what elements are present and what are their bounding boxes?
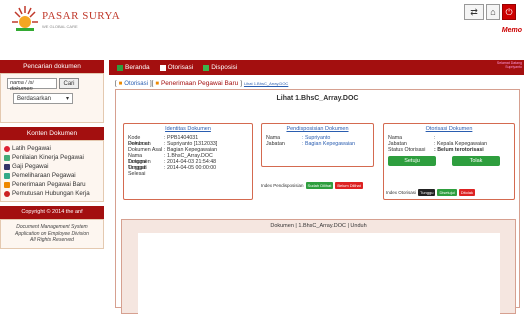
otor-key: Status Otorisasi [388,147,426,153]
reject-button[interactable]: Tolak [452,156,500,166]
approve-button[interactable]: Setuju [388,156,436,166]
sidebar: Pencarian dokumen nama / isi dokumen Car… [0,60,104,308]
menu-item-label: Penerimaan Pegawai Baru [12,181,86,188]
chevron-down-icon: ▾ [65,96,69,102]
user-switch-icon[interactable]: ⇄ [464,4,484,20]
user-greeting: Selamat Datang Supriyanto [497,61,522,69]
breadcrumb-active[interactable]: Penerimaan Pegawai Baru [161,80,238,87]
note-icon [4,172,10,179]
search-input[interactable]: nama / isi dokumen [7,78,57,92]
person-icon: ■ [155,80,159,87]
menu-item-label: Pemutusan Hubungan Kerja [12,190,90,197]
disp-value: : Bagian Kepegawaian [302,141,356,147]
menu-item-label: Latih Pegawai [12,145,51,152]
badge-unseen: Belum Dilihat [335,182,363,189]
document-viewer: Dokumen | 1.BhsC_Array.DOC | Unduh [121,219,516,323]
nav-otorisasi[interactable]: Otorisasi [155,60,199,75]
menu-item-pemutusan[interactable]: Pemutusan Hubungan Kerja [4,189,100,198]
content-panel: Lihat 1.BhsC_Array.DOC Identitas Dokumen… [115,89,520,323]
menu-item-pemeliharaan[interactable]: Pemeliharaan Pegawai [4,171,100,180]
menu-item-label: Gaji Pegawai [12,163,49,170]
footer-line: All Rights Reserved [30,237,74,243]
badge-seen: Sudah Dilihat [305,182,334,189]
disposition-index-label: Index Pendisposisian [261,183,304,188]
memo-link[interactable]: Memo [502,27,522,34]
document-icon [4,154,10,161]
authorization-index-label: Index Otorisasi [386,190,417,195]
bracket: ] [240,80,242,87]
app-header: PASAR SURYA WE GLOBAL CARE ⇄ ⌂ ⏻ Memo [0,0,524,52]
disposition-panel: Pendisposisian Dokumen Nama: Supriyanto … [261,123,374,167]
copyright-panel: Document Management System Application o… [0,219,104,249]
breadcrumb: [ ■ Otorisasi ][ ■ Penerimaan Pegawai Ba… [115,80,288,87]
greeting-user: Supriyanto [505,65,522,69]
search-button[interactable]: Cari [59,78,79,89]
document-identity-panel: Identitas Dokumen Kode Dokumen: PPB14040… [123,123,253,200]
badge-approved: Disetujui [437,189,457,196]
disp-row: Jabatan : Bagian Kepegawaian [266,141,369,147]
red-circle-icon [4,145,10,152]
header-icons: ⇄ ⌂ ⏻ [464,4,516,20]
person-icon [4,181,10,188]
nav-disposisi[interactable]: Disposisi [198,60,242,75]
document-page[interactable] [138,233,500,323]
menu-item-label: Penilaian Kinerja Pegawai [12,154,84,161]
document-title: Lihat 1.BhsC_Array.DOC [276,95,359,102]
search-criteria-value: Berdasarkan [17,95,52,102]
menu-item-gaji-pegawai[interactable]: Gaji Pegawai [4,162,100,171]
menu-item-penilaian-kinerja[interactable]: Penilaian Kinerja Pegawai [4,153,100,162]
copyright-title: Copyright © 2014 the anf [0,206,104,219]
bracket: [ [115,80,117,87]
menu-item-penerimaan[interactable]: Penerimaan Pegawai Baru [4,180,100,189]
search-panel: nama / isi dokumen Cari Berdasarkan ▾ [0,73,104,123]
breadcrumb-otorisasi[interactable]: Otorisasi [124,81,148,87]
bracket: ][ [149,80,154,87]
menu-item-latih-pegawai[interactable]: Latih Pegawai [4,144,100,153]
menu-panel-title: Konten Dokumen [0,127,104,140]
logout-icon[interactable]: ⏻ [502,4,516,20]
meta-value: : 2014-04-05 00:00:00 [164,165,217,171]
footer-line: Document Management System [16,224,88,230]
badge-waiting: Tunggu [418,189,436,196]
home-icon[interactable]: ⌂ [486,4,500,20]
brand-name: PASAR SURYA [42,10,121,22]
nav-beranda[interactable]: Beranda [112,60,155,75]
badge-rejected: Ditolak [458,189,476,196]
stop-icon [4,190,10,197]
meta-key: Tanggal Selesai [128,165,147,177]
check-icon: ■ [118,80,123,87]
search-panel-title: Pencarian dokumen [0,60,104,73]
home-nav-icon [117,64,123,71]
disposition-nav-icon [203,64,210,71]
nav-otorisasi-label: Otorisasi [167,64,194,71]
authorize-nav-icon [159,64,166,71]
folder-icon [4,163,10,170]
search-criteria-select[interactable]: Berdasarkan ▾ [13,93,73,104]
viewer-title[interactable]: Dokumen | 1.BhsC_Array.DOC | Unduh [122,220,515,231]
nav-beranda-label: Beranda [125,64,150,71]
authorization-index: Index Otorisasi Tunggu Disetujui Ditolak [386,189,476,196]
content-menu: Latih Pegawai Penilaian Kinerja Pegawai … [0,140,104,202]
brand-tagline: WE GLOBAL CARE [42,24,78,29]
sun-logo-icon [12,6,38,31]
disp-key: Jabatan [266,141,285,147]
breadcrumb-file[interactable]: Lihat 1.BhsC_Array.DOC [244,81,288,86]
top-nav: Beranda Otorisasi Disposisi Selamat Data… [109,60,524,75]
menu-item-label: Pemeliharaan Pegawai [12,172,76,179]
otor-row: Status Otorisasi : Belum terotorisasi [388,147,510,153]
otor-value: : Belum terotorisasi [434,147,484,153]
disposition-index: Index Pendisposisian Sudah Dilihat Belum… [261,182,363,189]
nav-disposisi-label: Disposisi [211,64,238,71]
meta-row: Tanggal Selesai : 2014-04-05 00:00:00 [128,165,248,177]
